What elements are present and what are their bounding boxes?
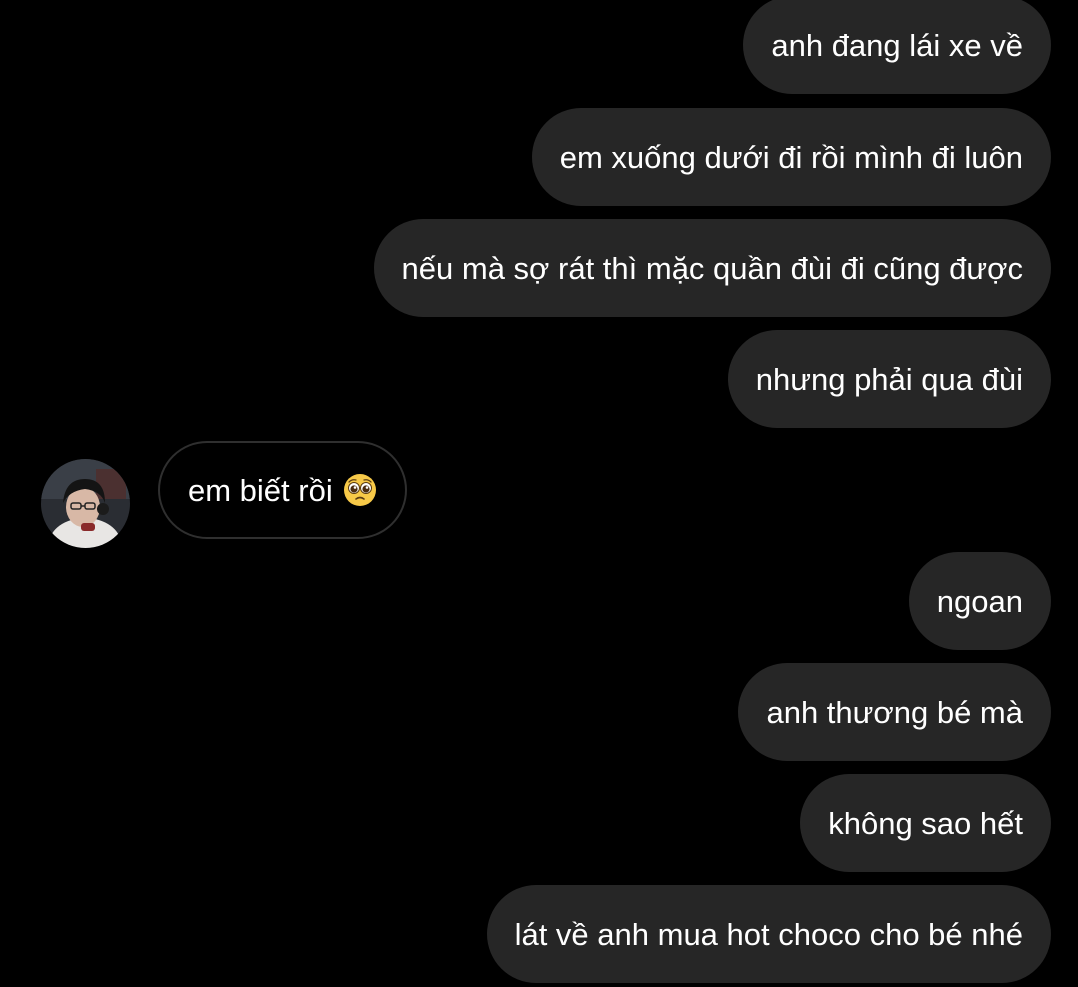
- message-text: em xuống dưới đi rồi mình đi luôn: [559, 139, 1023, 175]
- message-bubble-sent[interactable]: lát về anh mua hot choco cho bé nhé: [486, 885, 1051, 983]
- message-bubble-sent[interactable]: anh đang lái xe về: [743, 0, 1051, 94]
- message-bubble-received[interactable]: em biết rồi: [158, 441, 407, 539]
- message-bubble-sent[interactable]: ngoan: [908, 552, 1051, 650]
- message-text: em biết rồi: [188, 472, 333, 508]
- message-text: lát về anh mua hot choco cho bé nhé: [514, 916, 1023, 952]
- message-bubble-sent[interactable]: nếu mà sợ rát thì mặc quần đùi đi cũng đ…: [373, 219, 1051, 317]
- message-text: nhưng phải qua đùi: [755, 361, 1023, 397]
- message-bubble-sent[interactable]: em xuống dưới đi rồi mình đi luôn: [531, 108, 1051, 206]
- message-text: anh đang lái xe về: [771, 27, 1023, 63]
- message-text: ngoan: [936, 583, 1023, 619]
- message-bubble-sent[interactable]: nhưng phải qua đùi: [727, 330, 1051, 428]
- pleading-face-icon: [343, 474, 376, 506]
- message-text: không sao hết: [828, 805, 1023, 841]
- message-text: anh thương bé mà: [766, 694, 1023, 730]
- contact-avatar[interactable]: [41, 459, 130, 548]
- message-bubble-sent[interactable]: anh thương bé mà: [738, 663, 1051, 761]
- avatar-image: [41, 459, 130, 548]
- message-bubble-sent[interactable]: không sao hết: [800, 774, 1051, 872]
- message-text: nếu mà sợ rát thì mặc quần đùi đi cũng đ…: [401, 250, 1023, 286]
- message-thread: anh đang lái xe về em xuống dưới đi rồi …: [0, 0, 1078, 987]
